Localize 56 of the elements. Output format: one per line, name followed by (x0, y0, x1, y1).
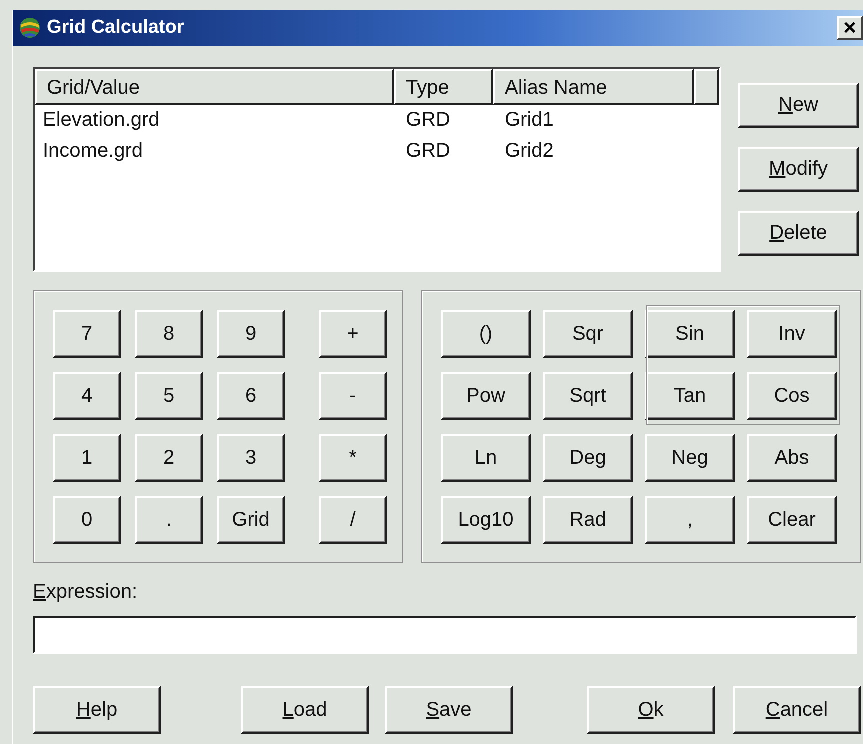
column-header[interactable] (694, 69, 719, 105)
key-button[interactable]: 2 (135, 434, 203, 482)
table-cell-text: GRD (405, 109, 452, 132)
list-button[interactable]: Delete (738, 211, 859, 256)
table-cell-text: Grid1 (504, 109, 555, 132)
list-button[interactable]: New (738, 83, 859, 128)
key-button[interactable]: . (135, 496, 203, 544)
function-button[interactable]: Sin (645, 310, 735, 358)
function-button[interactable]: Log10 (441, 496, 531, 544)
list-button[interactable]: Modify (738, 147, 859, 192)
key-button[interactable]: 8 (135, 310, 203, 358)
column-header[interactable]: Grid/Value (35, 69, 394, 105)
expression-field[interactable] (33, 616, 857, 654)
function-button[interactable]: Sqr (543, 310, 633, 358)
key-button[interactable]: 1 (53, 434, 121, 482)
table-cell-text: GRD (405, 140, 452, 163)
globe-icon (19, 17, 41, 39)
function-button[interactable]: Deg (543, 434, 633, 482)
dialog-button[interactable]: Cancel (733, 686, 861, 734)
window-title: Grid Calculator (47, 17, 186, 39)
column-header[interactable]: Alias Name (493, 69, 694, 105)
function-button[interactable]: Sqrt (543, 372, 633, 420)
key-button[interactable]: 7 (53, 310, 121, 358)
function-button[interactable]: , (645, 496, 735, 544)
key-button[interactable]: + (319, 310, 387, 358)
key-button[interactable]: 0 (53, 496, 121, 544)
function-button[interactable]: Neg (645, 434, 735, 482)
key-button[interactable]: 3 (217, 434, 285, 482)
function-button[interactable]: Pow (441, 372, 531, 420)
function-button[interactable]: Clear (747, 496, 837, 544)
table-cell-text: Income.grd (42, 140, 144, 163)
column-header[interactable]: Type (394, 69, 493, 105)
key-button[interactable]: 5 (135, 372, 203, 420)
grid-list[interactable]: Grid/Value Type Alias Name Elevation.grd GRD Grid1 Income.grd GRD Grid2 (33, 67, 721, 272)
function-button[interactable]: Rad (543, 496, 633, 544)
key-button[interactable]: 4 (53, 372, 121, 420)
key-button[interactable]: Grid (217, 496, 285, 544)
close-button[interactable]: × (837, 16, 863, 40)
table-cell-text: Elevation.grd (42, 109, 161, 132)
key-button[interactable]: 6 (217, 372, 285, 420)
key-button[interactable]: - (319, 372, 387, 420)
key-button[interactable]: / (319, 496, 387, 544)
function-button[interactable]: () (441, 310, 531, 358)
function-button[interactable]: Ln (441, 434, 531, 482)
function-button[interactable]: Abs (747, 434, 837, 482)
function-button[interactable]: Inv (747, 310, 837, 358)
key-button[interactable]: * (319, 434, 387, 482)
dialog-button[interactable]: Save (385, 686, 513, 734)
function-button[interactable]: Tan (645, 372, 735, 420)
key-button[interactable]: 9 (217, 310, 285, 358)
expression-label: Expression: (33, 581, 138, 604)
dialog-button[interactable]: Ok (587, 686, 715, 734)
dialog-button[interactable]: Help (33, 686, 161, 734)
dialog-button[interactable]: Load (241, 686, 369, 734)
function-button[interactable]: Cos (747, 372, 837, 420)
table-cell-text: Grid2 (504, 140, 555, 163)
